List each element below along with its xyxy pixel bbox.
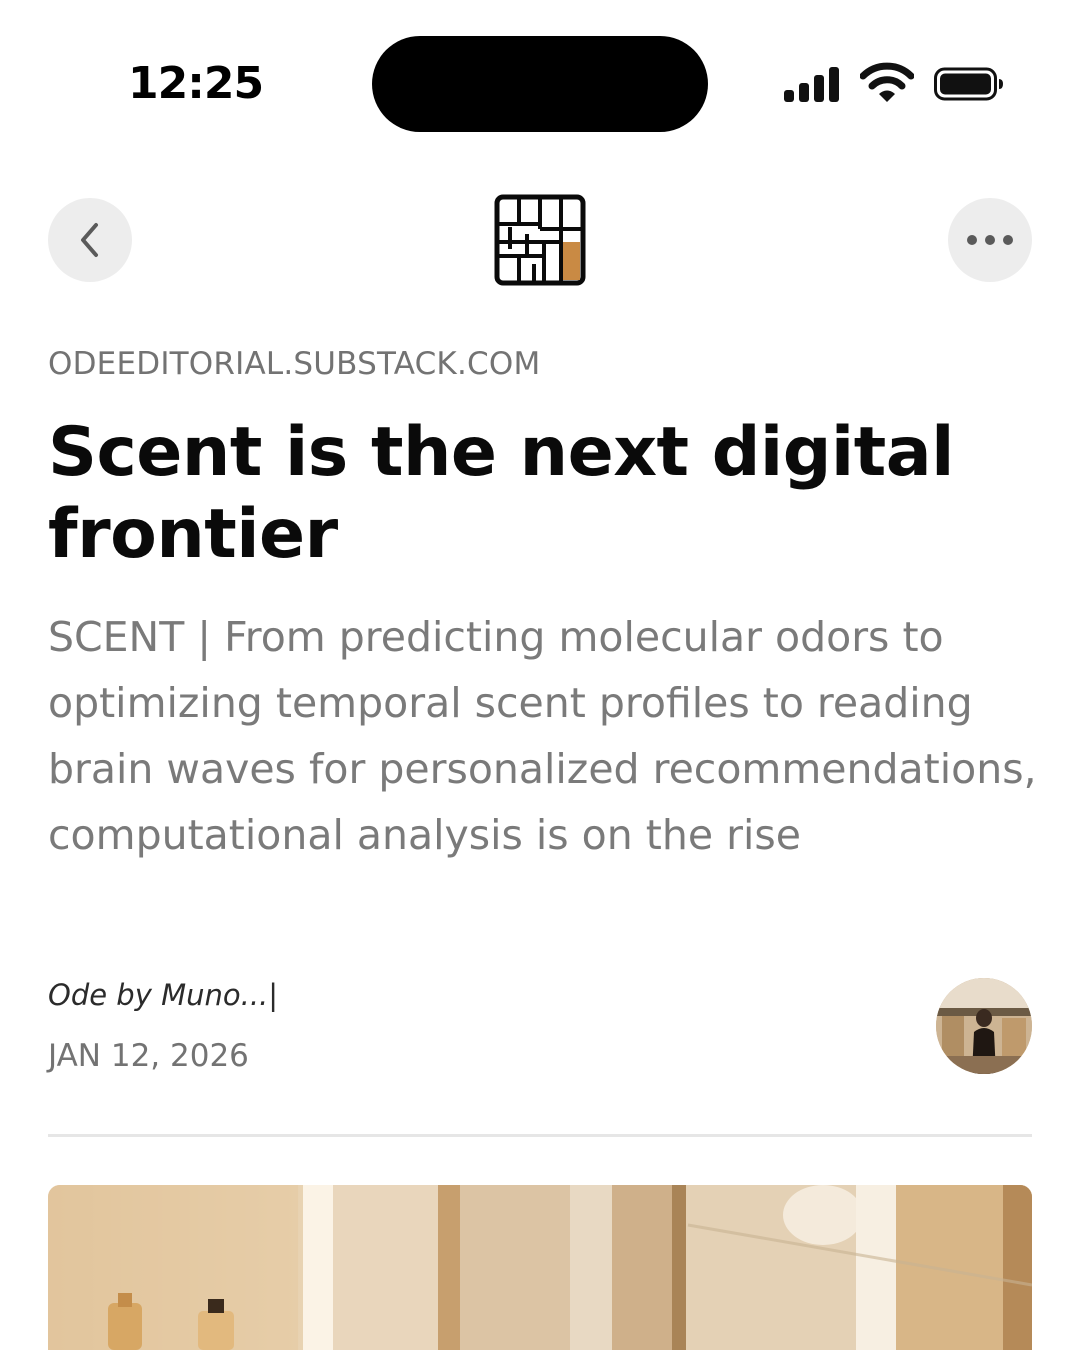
author-byline[interactable]: Ode by Muno...|: [48, 978, 278, 1012]
more-button[interactable]: [948, 198, 1032, 282]
avatar[interactable]: [936, 978, 1032, 1074]
hero-image[interactable]: [48, 1185, 1032, 1350]
more-horizontal-icon: [967, 235, 1013, 245]
avatar-photo: [936, 978, 1032, 1074]
wifi-icon: [860, 62, 914, 102]
dynamic-island: [372, 36, 708, 132]
signal-icon: [784, 67, 839, 102]
back-button[interactable]: [48, 198, 132, 282]
divider: [48, 1134, 1032, 1137]
publication-logo-icon[interactable]: [494, 194, 586, 286]
battery-icon: [934, 67, 1003, 101]
chevron-left-icon: [81, 223, 98, 257]
article-subtitle: SCENT | From predicting molecular odors …: [48, 613, 1037, 859]
status-time: 12:25: [128, 58, 264, 109]
hero-photo: [48, 1185, 1032, 1350]
post-date: JAN 12, 2026: [48, 1038, 249, 1074]
publication-domain[interactable]: ODEEDITORIAL.SUBSTACK.COM: [48, 346, 540, 382]
article-title: Scent is the next digital frontier: [48, 413, 954, 574]
status-bar: 12:25: [0, 0, 1080, 150]
